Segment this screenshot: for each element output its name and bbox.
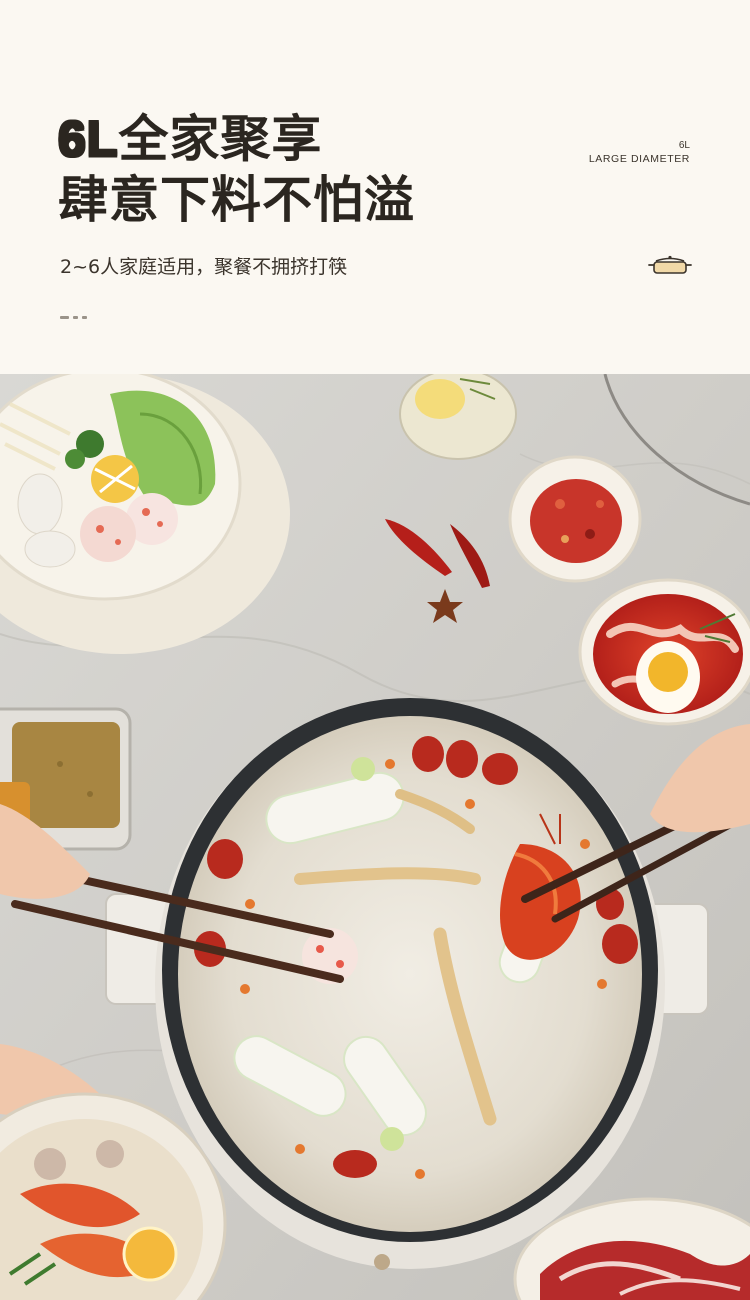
decorative-dashes xyxy=(60,316,87,319)
corner-size-caption: LARGE DIAMETER xyxy=(588,153,690,165)
headline-line-1-text: 全家聚享 xyxy=(118,110,323,168)
hot-pot-photo xyxy=(0,374,750,1300)
kimchi-bowl xyxy=(578,578,750,726)
lemon-drink xyxy=(399,374,517,460)
hot-pot-illustration xyxy=(0,374,750,1300)
headline-line-1: 6L全家聚享 xyxy=(58,110,322,168)
pot-knob xyxy=(374,1254,390,1270)
capacity-accent: 6L xyxy=(58,111,119,167)
header-section: 6L全家聚享 肆意下料不怕溢 2~6人家庭适用，聚餐不拥挤打筷 6L LARGE… xyxy=(0,0,750,374)
corner-size-label: 6L LARGE DIAMETER xyxy=(589,140,690,166)
chili-flakes-dish xyxy=(508,455,642,583)
hot-pot-icon xyxy=(648,255,692,274)
subheadline: 2~6人家庭适用，聚餐不拥挤打筷 xyxy=(60,256,348,278)
corner-size-value: 6L xyxy=(678,140,690,151)
headline-line-2: 肆意下料不怕溢 xyxy=(58,171,415,229)
